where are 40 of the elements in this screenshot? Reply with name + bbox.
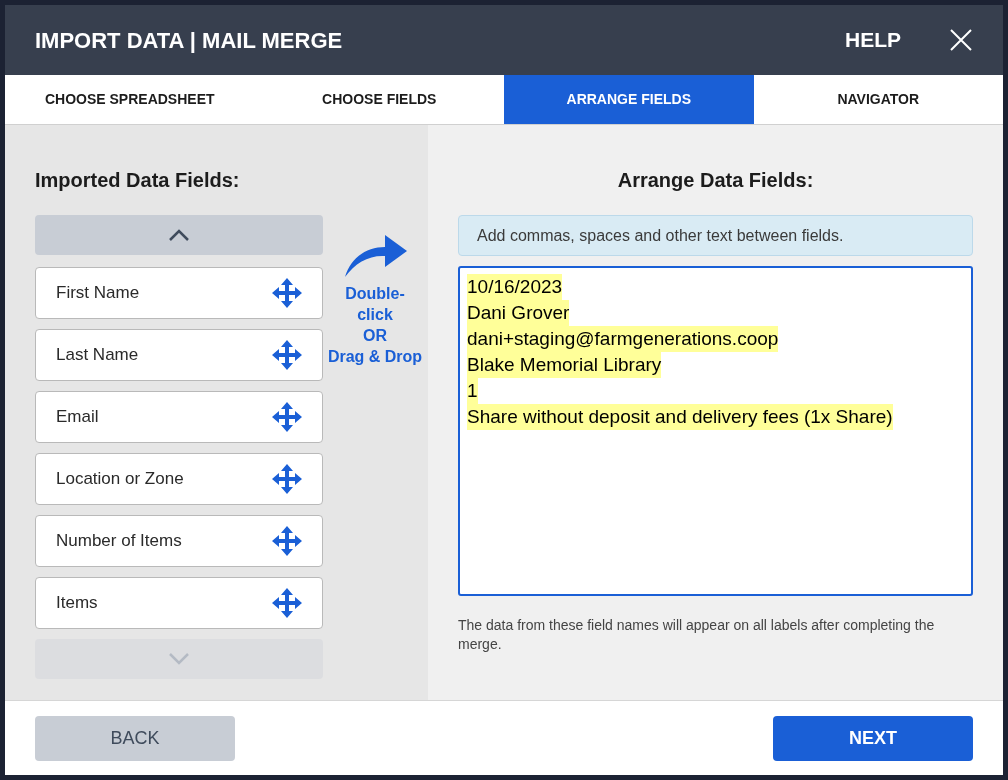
next-button[interactable]: NEXT	[773, 715, 973, 761]
data-field-item[interactable]: Items	[35, 577, 323, 629]
dialog-title: IMPORT DATA | MAIL MERGE	[35, 26, 344, 55]
section-title: Imported Data Fields:	[35, 168, 241, 193]
close-icon[interactable]	[949, 28, 973, 52]
field-label: Email	[56, 406, 99, 429]
merge-field-value: Share without deposit and delivery fees (1x Share)	[467, 404, 893, 430]
data-field-item[interactable]: Email	[35, 391, 323, 443]
help-link[interactable]: HELP	[845, 24, 901, 56]
data-field-item[interactable]: Location or Zone	[35, 453, 323, 505]
field-label: Items	[56, 592, 98, 615]
data-field-item[interactable]: First Name	[35, 267, 323, 319]
chevron-down-icon	[168, 653, 190, 665]
move-arrows-icon	[272, 402, 302, 432]
section-title: Arrange Data Fields:	[616, 168, 815, 193]
merge-field-value: Dani Grover	[467, 300, 570, 326]
field-label: Location or Zone	[56, 468, 184, 491]
field-label: Number of Items	[56, 530, 182, 553]
merge-field-value: dani+staging@farmgenerations.coop	[467, 326, 779, 352]
field-label: Last Name	[56, 344, 139, 367]
merge-field-value: 1	[467, 378, 478, 404]
move-arrows-icon	[272, 526, 302, 556]
info-text: Add commas, spaces and other text between fields.	[477, 225, 844, 246]
step-tab[interactable]: ARRANGE FIELDS	[504, 75, 754, 124]
merge-field-value: 10/16/2023	[467, 274, 563, 300]
move-arrows-icon	[272, 340, 302, 370]
back-button[interactable]: BACK	[35, 715, 235, 761]
drag-hint-text: Double- click OR Drag & Drop	[327, 284, 423, 367]
data-field-item[interactable]: Number of Items	[35, 515, 323, 567]
move-arrows-icon	[272, 278, 302, 308]
curved-arrow-icon	[343, 233, 407, 277]
move-arrows-icon	[272, 588, 302, 618]
chevron-up-icon	[168, 229, 190, 241]
merge-field-value: Blake Memorial Library	[467, 352, 662, 378]
move-arrows-icon	[272, 464, 302, 494]
merge-note: The data from these field names will appear on all labels after completing the merge.	[458, 616, 936, 654]
scroll-up-button[interactable]	[35, 215, 323, 255]
field-label: First Name	[56, 282, 140, 305]
arrange-text-area[interactable]: 10/16/2023 Dani Grover dani+staging@farmgenerations.coop Blake Memorial Library 1 Share without deposit and delivery fees (1x Share)	[458, 266, 973, 596]
data-field-item[interactable]: Last Name	[35, 329, 323, 381]
